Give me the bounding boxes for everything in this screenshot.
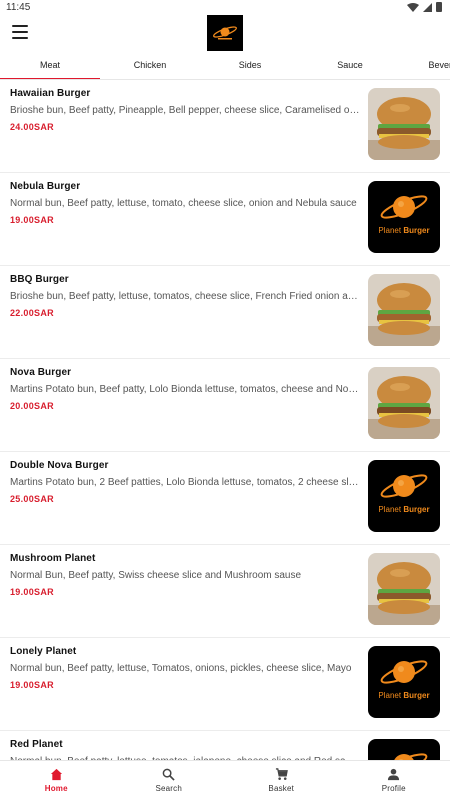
item-image: Planet Burger [368, 739, 440, 760]
item-price: 19.00SAR [10, 215, 54, 225]
nav-home[interactable]: Home [0, 761, 113, 800]
tab-beverages[interactable]: Beverages [400, 54, 450, 79]
item-description: Normal Bun, Beef patty, Swiss cheese sli… [10, 570, 302, 581]
burger-photo-image [368, 553, 440, 625]
menu-item[interactable]: Nova Burger Martins Potato bun, Beef pat… [0, 359, 450, 452]
status-bar: 11:45 [0, 0, 450, 14]
burger-photo-image [368, 88, 440, 160]
nav-label: Search [155, 784, 183, 793]
item-price: 20.00SAR [10, 401, 54, 411]
profile-icon [387, 768, 400, 781]
search-icon [162, 768, 175, 781]
item-name: Red Planet [10, 739, 63, 750]
bottom-nav: Home Search Basket Profile [0, 760, 450, 800]
signal-icon [423, 2, 432, 12]
item-description: Martins Potato bun, Beef patty, Lolo Bio… [10, 384, 360, 395]
burger-photo-image [368, 274, 440, 346]
item-name: Mushroom Planet [10, 553, 96, 564]
app-bar [0, 14, 450, 54]
status-icons [407, 2, 442, 12]
status-time: 11:45 [6, 2, 31, 13]
basket-icon [275, 768, 288, 781]
item-name: Nova Burger [10, 367, 72, 378]
nav-basket[interactable]: Basket [225, 761, 338, 800]
item-description: Normal bun, Beef patty, lettuse, tomato,… [10, 198, 357, 209]
item-price: 19.00SAR [10, 587, 54, 597]
item-price: 22.00SAR [10, 308, 54, 318]
menu-list: Hawaiian Burger Brioshe bun, Beef patty,… [0, 80, 450, 760]
tab-sauce[interactable]: Sauce [300, 54, 400, 79]
home-icon [50, 768, 63, 781]
menu-item[interactable]: Lonely Planet Normal bun, Beef patty, le… [0, 638, 450, 731]
item-name: Nebula Burger [10, 181, 81, 192]
nav-label: Basket [268, 784, 295, 793]
battery-icon [436, 2, 442, 12]
item-price: 25.00SAR [10, 494, 54, 504]
item-description: Martins Potato bun, 2 Beef patties, Lolo… [10, 477, 360, 488]
item-image: Planet Burger [368, 646, 440, 718]
nav-profile[interactable]: Profile [338, 761, 450, 800]
brand-logo [207, 15, 243, 51]
item-name: Hawaiian Burger [10, 88, 91, 99]
item-image [368, 553, 440, 625]
nav-label: Profile [381, 784, 406, 793]
menu-item[interactable]: Hawaiian Burger Brioshe bun, Beef patty,… [0, 80, 450, 173]
menu-item[interactable]: BBQ Burger Brioshe bun, Beef patty, lett… [0, 266, 450, 359]
item-image [368, 88, 440, 160]
item-image [368, 367, 440, 439]
item-name: BBQ Burger [10, 274, 69, 285]
nav-label: Home [44, 784, 68, 793]
menu-item[interactable]: Mushroom Planet Normal Bun, Beef patty, … [0, 545, 450, 638]
planet-burger-logo-image: Planet Burger [368, 739, 440, 760]
planet-burger-logo-image: Planet Burger [368, 181, 440, 253]
item-image: Planet Burger [368, 460, 440, 532]
nav-search[interactable]: Search [113, 761, 226, 800]
menu-item[interactable]: Double Nova Burger Martins Potato bun, 2… [0, 452, 450, 545]
menu-item[interactable]: Red Planet Normal bun, Beef patty, lettu… [0, 731, 450, 760]
tab-chicken[interactable]: Chicken [100, 54, 200, 79]
item-description: Normal bun, Beef patty, lettuse, Tomatos… [10, 663, 352, 674]
menu-item[interactable]: Nebula Burger Normal bun, Beef patty, le… [0, 173, 450, 266]
item-image [368, 274, 440, 346]
tab-meat[interactable]: Meat [0, 54, 100, 79]
planet-burger-logo-image: Planet Burger [368, 646, 440, 718]
tab-sides[interactable]: Sides [200, 54, 300, 79]
planet-burger-logo-image: Planet Burger [368, 460, 440, 532]
item-price: 24.00SAR [10, 122, 54, 132]
item-image: Planet Burger [368, 181, 440, 253]
item-name: Double Nova Burger [10, 460, 109, 471]
svg-text:Planet Burger: Planet Burger [378, 226, 429, 235]
item-description: Brioshe bun, Beef patty, Pineapple, Bell… [10, 105, 360, 116]
item-price: 19.00SAR [10, 680, 54, 690]
item-description: Brioshe bun, Beef patty, lettuse, tomato… [10, 291, 360, 302]
svg-text:Planet Burger: Planet Burger [378, 691, 429, 700]
burger-photo-image [368, 367, 440, 439]
wifi-icon [407, 2, 419, 12]
menu-icon[interactable] [12, 25, 28, 39]
svg-text:Planet Burger: Planet Burger [378, 505, 429, 514]
item-name: Lonely Planet [10, 646, 77, 657]
category-tabs: MeatChickenSidesSauceBeverages [0, 54, 450, 80]
planet-logo-icon [213, 26, 237, 40]
